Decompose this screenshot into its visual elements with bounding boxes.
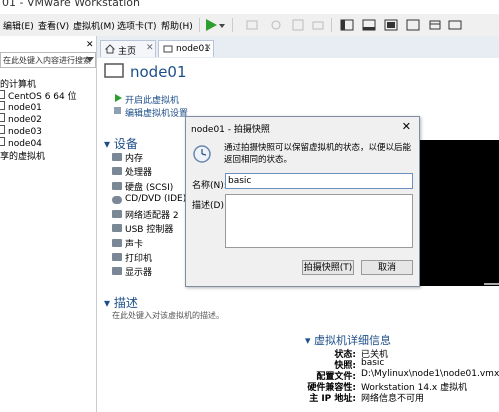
hard-disk-icon [112,182,122,190]
revert-icon[interactable] [269,18,283,32]
home-icon [105,44,115,54]
snapshot-description-input[interactable] [225,194,413,248]
detail-config-value: D:\Mylinux\node1\node01.vmx [361,369,499,379]
tree-item-node03[interactable]: node03 [0,125,42,137]
detail-ip-value: 网络信息不可用 [361,394,425,404]
device-network[interactable]: 网络适配器 2 [125,208,179,221]
tab-home[interactable]: 主页 ✕ [100,40,156,57]
vm-icon [0,90,5,99]
menu-help[interactable]: 帮助(H) [161,19,193,32]
take-snapshot-button[interactable]: 拍摄快照(T) [302,260,354,275]
printer-icon [112,253,122,261]
tree-item-node01[interactable]: node01 [0,101,42,113]
cancel-button[interactable]: 取消 [361,260,413,275]
console-view-icon[interactable] [384,18,398,32]
vm-title: node01 [130,63,187,81]
close-icon[interactable]: ✕ [86,40,94,50]
close-icon[interactable]: ✕ [402,120,411,133]
tree-item-node04[interactable]: node04 [0,137,42,149]
vm-preview-screen[interactable] [418,140,499,286]
chevron-down-icon[interactable] [86,57,94,63]
power-on-link[interactable]: 开启此虚拟机 [125,93,179,106]
device-sound[interactable]: 声卡 [125,237,143,250]
device-cd[interactable]: CD/DVD (IDE) [125,194,186,204]
tab-bar: 主页 ✕ node01 ✕ [97,36,499,59]
tree-item-shared[interactable]: 享的虚拟机 [0,149,45,162]
edit-settings-icon [114,107,121,114]
thumbnail-bar-icon[interactable] [362,18,376,32]
device-cpu[interactable]: 处理器 [125,165,152,178]
stretch-icon[interactable] [448,18,462,32]
cd-icon [112,196,122,204]
close-icon[interactable]: ✕ [146,43,154,53]
preview-divider [484,283,499,285]
edit-settings-link[interactable]: 编辑虚拟机设置 [125,106,188,119]
snapshot-icon[interactable] [245,18,259,32]
cpu-icon [112,167,122,175]
power-on-icon [115,94,122,102]
detail-snapshot-value: basic [361,358,385,368]
sound-icon [112,239,122,247]
window-title: 01 - VMware Workstation [2,0,140,9]
devices-section-title[interactable]: ▾ 设备 [104,135,138,152]
menu-edit[interactable]: 编辑(E) [3,19,34,32]
power-on-icon[interactable] [204,18,218,32]
menu-tabs[interactable]: 选项卡(T) [117,19,157,32]
details-section-title[interactable]: ▾ 虚拟机详细信息 [305,332,391,348]
dialog-info: 通过拍摄快照可以保留虚拟机的状态，以便以后能返回相同的状态。 [224,143,412,165]
device-usb[interactable]: USB 控制器 [125,222,173,235]
snapshot-name-input[interactable]: basic [225,173,413,189]
vm-icon [104,63,124,78]
snapshot-manager-icon[interactable] [311,18,325,32]
unity-icon[interactable] [428,18,442,32]
search-placeholder: 在此处键入内容进行搜索 [3,56,91,65]
device-memory[interactable]: 内存 [125,151,143,164]
vm-icon [0,113,5,122]
manage-snapshots-icon[interactable] [291,18,305,32]
vm-icon [163,45,173,53]
title-bar: 01 - VMware Workstation [0,0,499,14]
vm-icon [0,125,5,134]
dialog-title: node01 - 拍摄快照 [191,125,270,135]
search-input[interactable]: 在此处键入内容进行搜索 [0,52,96,68]
device-printer[interactable]: 打印机 [125,251,152,264]
clock-icon [193,145,211,163]
menu-view[interactable]: 查看(V) [38,19,69,32]
detail-ip-label: 主 IP 地址: [309,394,356,404]
tree-item-node02[interactable]: node02 [0,113,42,125]
memory-icon [112,153,122,161]
close-icon[interactable]: ✕ [204,43,212,53]
snapshot-dialog: node01 - 拍摄快照 ✕ 通过拍摄快照可以保留虚拟机的状态，以便以后能返回… [185,116,420,287]
full-screen-icon[interactable] [406,18,420,32]
display-icon [112,267,122,275]
vm-icon [0,101,5,110]
device-hard-disk[interactable]: 硬盘 (SCSI) [125,180,173,193]
vm-icon [0,137,5,146]
library-icon[interactable] [340,18,354,32]
device-display[interactable]: 显示器 [125,265,152,278]
chevron-down-icon[interactable] [218,18,226,32]
tab-node01[interactable]: node01 ✕ [158,40,214,57]
name-label: 名称(N): [192,181,227,191]
menu-vm[interactable]: 虚拟机(M) [73,19,115,32]
usb-icon [112,224,122,232]
network-icon [112,210,122,218]
description-label: 描述(D): [192,201,227,211]
description-section-title[interactable]: ▾ 描述 [104,294,138,311]
menu-bar: 编辑(E) 查看(V) 虚拟机(M) 选项卡(T) 帮助(H) [0,14,499,37]
description-placeholder[interactable]: 在此处键入对该虚拟机的描述。 [112,310,224,321]
